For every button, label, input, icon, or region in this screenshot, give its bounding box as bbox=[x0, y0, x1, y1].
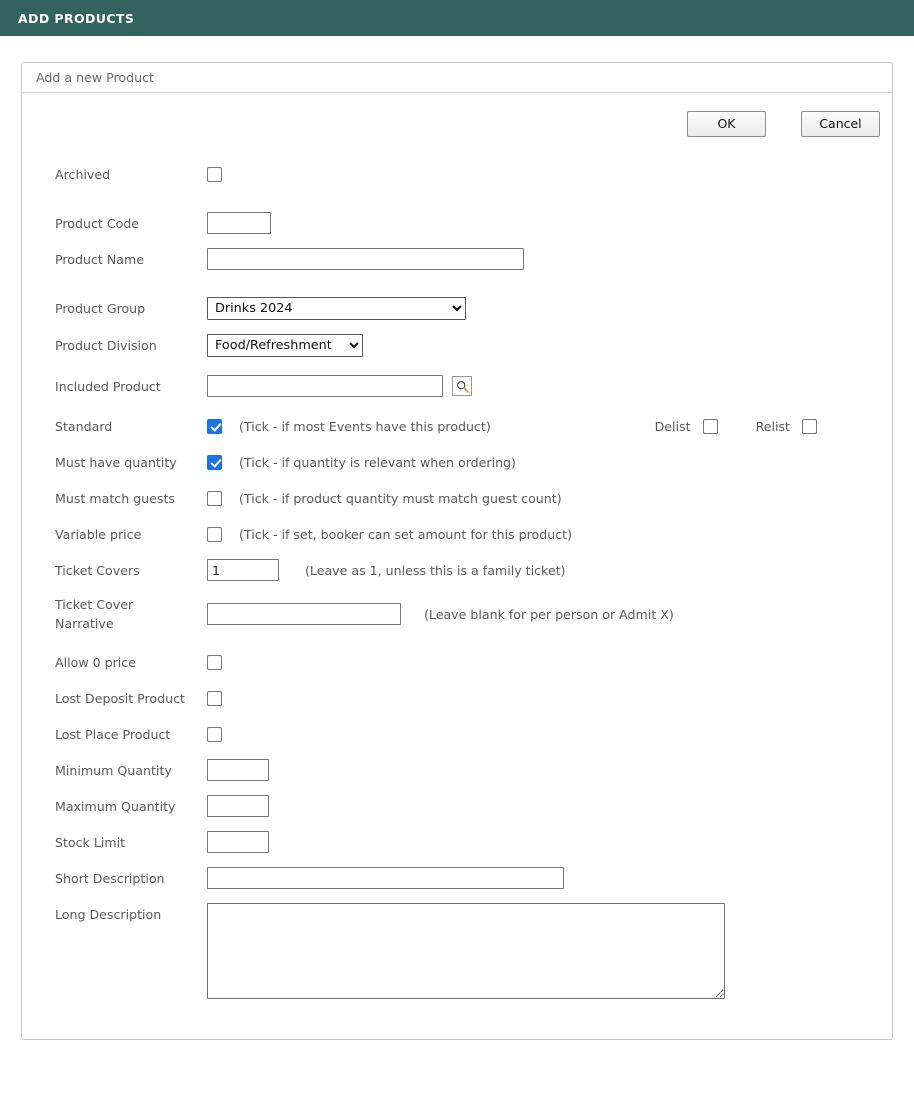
row-standard: Standard (Tick - if most Events have thi… bbox=[22, 415, 892, 437]
row-must-match-guests: Must match guests (Tick - if product qua… bbox=[22, 487, 892, 509]
product-division-label: Product Division bbox=[55, 338, 157, 353]
long-description-textarea[interactable] bbox=[207, 903, 725, 999]
variable-price-checkbox[interactable] bbox=[207, 526, 222, 542]
delist-checkbox[interactable] bbox=[702, 418, 718, 434]
ticket-covers-hint: (Leave as 1, unless this is a family tic… bbox=[305, 562, 566, 578]
row-short-description: Short Description bbox=[22, 867, 892, 889]
variable-price-label: Variable price bbox=[55, 526, 142, 542]
row-minimum-quantity: Minimum Quantity bbox=[22, 759, 892, 781]
delist-relist-group: Delist Relist bbox=[654, 418, 892, 434]
product-division-select[interactable]: Food/Refreshment bbox=[207, 334, 363, 357]
included-product-label: Included Product bbox=[55, 378, 161, 394]
row-product-group: Product Group Drinks 2024 bbox=[22, 297, 892, 320]
row-product-name: Product Name bbox=[22, 248, 892, 270]
must-match-guests-label: Must match guests bbox=[55, 490, 175, 506]
row-variable-price: Variable price (Tick - if set, booker ca… bbox=[22, 523, 892, 545]
product-name-label: Product Name bbox=[55, 251, 144, 267]
product-form: Archived Product Code Product Name Produ… bbox=[22, 137, 892, 999]
search-icon[interactable] bbox=[452, 376, 472, 396]
lost-deposit-product-label: Lost Deposit Product bbox=[55, 690, 185, 706]
relist-label: Relist bbox=[755, 418, 790, 434]
short-description-label: Short Description bbox=[55, 870, 165, 886]
product-group-select[interactable]: Drinks 2024 bbox=[207, 297, 466, 320]
form-action-buttons: OK Cancel bbox=[22, 107, 892, 137]
ticket-cover-narrative-label-line1: Ticket Cover bbox=[55, 597, 134, 612]
relist-checkbox[interactable] bbox=[802, 418, 817, 434]
ok-button[interactable]: OK bbox=[687, 111, 766, 137]
lost-deposit-product-checkbox[interactable] bbox=[207, 690, 222, 706]
maximum-quantity-input[interactable] bbox=[207, 795, 269, 817]
row-included-product: Included Product bbox=[22, 375, 892, 397]
standard-label: Standard bbox=[55, 418, 113, 434]
allow-0-price-label: Allow 0 price bbox=[55, 654, 136, 670]
cancel-button[interactable]: Cancel bbox=[801, 111, 880, 137]
row-must-have-quantity: Must have quantity (Tick - if quantity i… bbox=[22, 451, 892, 473]
ticket-cover-narrative-label: Ticket Cover Narrative bbox=[55, 595, 207, 633]
delist-label: Delist bbox=[654, 418, 691, 434]
row-allow-0-price: Allow 0 price bbox=[22, 651, 892, 673]
minimum-quantity-label: Minimum Quantity bbox=[55, 762, 172, 778]
standard-checkbox[interactable] bbox=[207, 418, 222, 434]
variable-price-hint: (Tick - if set, booker can set amount fo… bbox=[239, 526, 572, 542]
product-code-label: Product Code bbox=[55, 215, 140, 231]
row-stock-limit: Stock Limit bbox=[22, 831, 892, 853]
included-product-input[interactable] bbox=[207, 375, 443, 397]
short-description-input[interactable] bbox=[207, 867, 564, 889]
allow-0-price-checkbox[interactable] bbox=[207, 654, 222, 670]
ticket-cover-narrative-hint: (Leave blank for per person or Admit X) bbox=[424, 606, 674, 622]
must-have-quantity-hint: (Tick - if quantity is relevant when ord… bbox=[239, 454, 516, 470]
long-description-label: Long Description bbox=[55, 907, 162, 922]
row-lost-place-product: Lost Place Product bbox=[22, 723, 892, 745]
maximum-quantity-label: Maximum Quantity bbox=[55, 798, 176, 814]
standard-hint: (Tick - if most Events have this product… bbox=[239, 418, 491, 434]
must-have-quantity-checkbox[interactable] bbox=[207, 454, 222, 470]
stock-limit-input[interactable] bbox=[207, 831, 269, 853]
add-product-panel: Add a new Product OK Cancel Archived Pro… bbox=[21, 62, 893, 1040]
panel-heading: Add a new Product bbox=[22, 63, 892, 93]
panel-body: OK Cancel Archived Product Code Product … bbox=[22, 93, 892, 1039]
ticket-covers-label: Ticket Covers bbox=[55, 562, 140, 578]
product-name-input[interactable] bbox=[207, 248, 524, 270]
ticket-cover-narrative-label-line2: Narrative bbox=[55, 616, 114, 631]
ticket-covers-input[interactable] bbox=[207, 559, 279, 581]
panel-wrapper: Add a new Product OK Cancel Archived Pro… bbox=[0, 36, 914, 1040]
app-header-bar: ADD PRODUCTS bbox=[0, 0, 914, 36]
lost-place-product-label: Lost Place Product bbox=[55, 726, 171, 742]
stock-limit-label: Stock Limit bbox=[55, 834, 126, 850]
minimum-quantity-input[interactable] bbox=[207, 759, 269, 781]
archived-checkbox[interactable] bbox=[207, 166, 222, 182]
product-code-input[interactable] bbox=[207, 212, 271, 234]
must-match-guests-checkbox[interactable] bbox=[207, 490, 222, 506]
row-archived: Archived bbox=[22, 163, 892, 185]
row-maximum-quantity: Maximum Quantity bbox=[22, 795, 892, 817]
lost-place-product-checkbox[interactable] bbox=[207, 726, 222, 742]
row-product-division: Product Division Food/Refreshment bbox=[22, 334, 892, 357]
row-lost-deposit-product: Lost Deposit Product bbox=[22, 687, 892, 709]
ticket-cover-narrative-input[interactable] bbox=[207, 603, 401, 625]
must-have-quantity-label: Must have quantity bbox=[55, 454, 177, 470]
row-product-code: Product Code bbox=[22, 212, 892, 234]
must-match-guests-hint: (Tick - if product quantity must match g… bbox=[239, 490, 562, 506]
row-ticket-covers: Ticket Covers (Leave as 1, unless this i… bbox=[22, 559, 892, 581]
product-group-label: Product Group bbox=[55, 301, 146, 316]
page-title: ADD PRODUCTS bbox=[18, 10, 135, 26]
row-ticket-cover-narrative: Ticket Cover Narrative (Leave blank for … bbox=[22, 595, 892, 633]
row-long-description: Long Description bbox=[22, 903, 892, 999]
archived-label: Archived bbox=[55, 166, 111, 182]
